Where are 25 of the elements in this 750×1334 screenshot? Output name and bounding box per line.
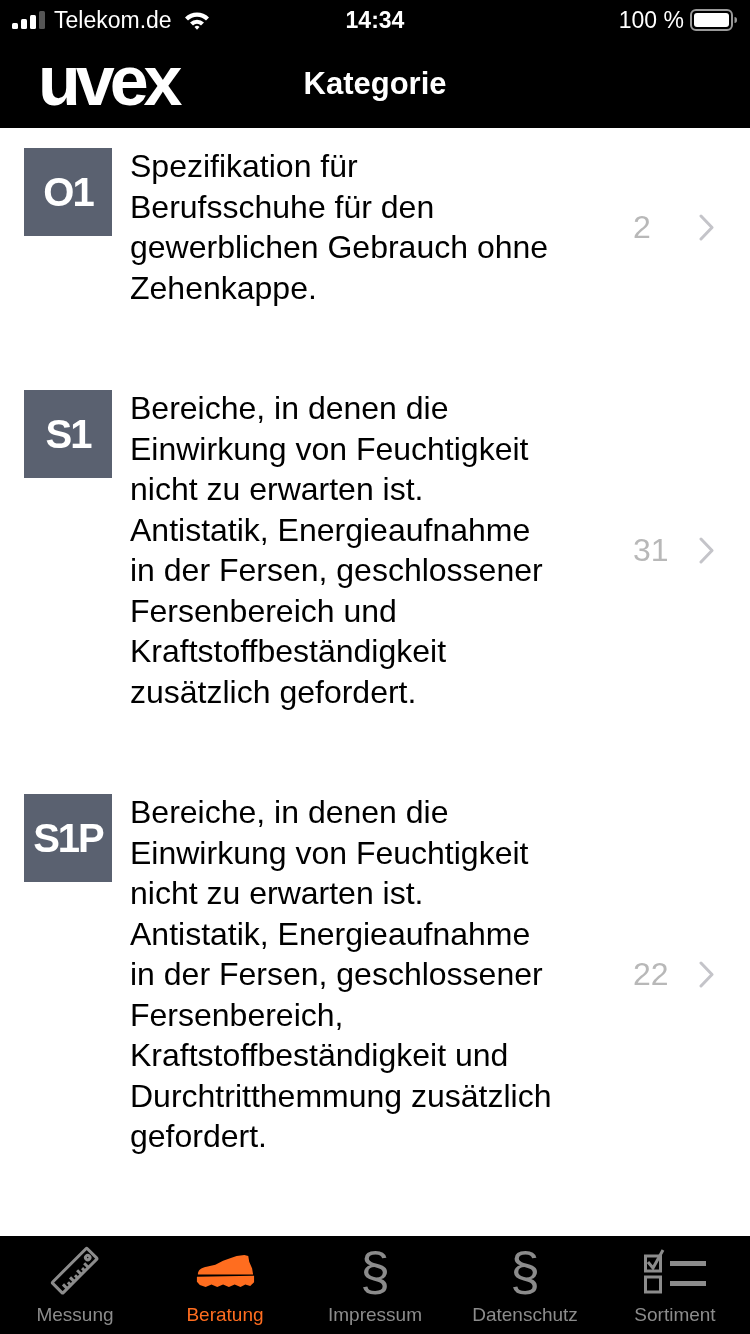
clock-time: 14:34 xyxy=(345,6,405,34)
chevron-icon[interactable] xyxy=(699,960,714,988)
item-count: 2 xyxy=(633,208,652,246)
carrier-name: Telekom.de xyxy=(54,6,172,34)
category-badge: S1 xyxy=(24,390,112,478)
category-badge: O1 xyxy=(24,148,112,236)
battery-icon xyxy=(690,9,738,31)
ruler-icon xyxy=(49,1245,101,1297)
signal-icon xyxy=(12,11,46,29)
wifi-icon xyxy=(183,10,210,30)
category-description: Bereiche, in denen die Einwirkung von Feuchtigkeit nicht zu erwarten ist. Antistatik, Energieaufnahme in der Fersen, geschlossener Fersenbereich und Kraftstoffbeständigkeit zusätzlich gefordert. xyxy=(129,389,544,712)
checklist-icon xyxy=(644,1248,706,1294)
section-sign-icon: § xyxy=(359,1243,390,1299)
chevron-icon[interactable] xyxy=(699,213,714,241)
page-title: Kategorie xyxy=(303,66,447,102)
category-badge: S1P xyxy=(24,794,112,882)
brand-logo: uvex xyxy=(38,55,180,107)
category-description: Bereiche, in denen die Einwirkung von Feuchtigkeit nicht zu erwarten ist. Antistatik, Energieaufnahme in der Fersen, geschlossener Fersenbereich, Kraftstoffbeständigkeit und Durchtritthemmung zusätzlich gefordert. xyxy=(129,793,553,1156)
battery-percentage: 100 % xyxy=(618,6,684,34)
shoe-icon xyxy=(194,1253,256,1289)
item-count: 31 xyxy=(633,531,670,569)
chevron-icon[interactable] xyxy=(699,536,714,564)
section-sign-icon: § xyxy=(509,1243,540,1299)
item-count: 22 xyxy=(633,955,670,993)
category-description: Spezifikation für Berufsschuhe für den gewerblichen Gebrauch ohne Zehenkappe. xyxy=(129,147,550,308)
